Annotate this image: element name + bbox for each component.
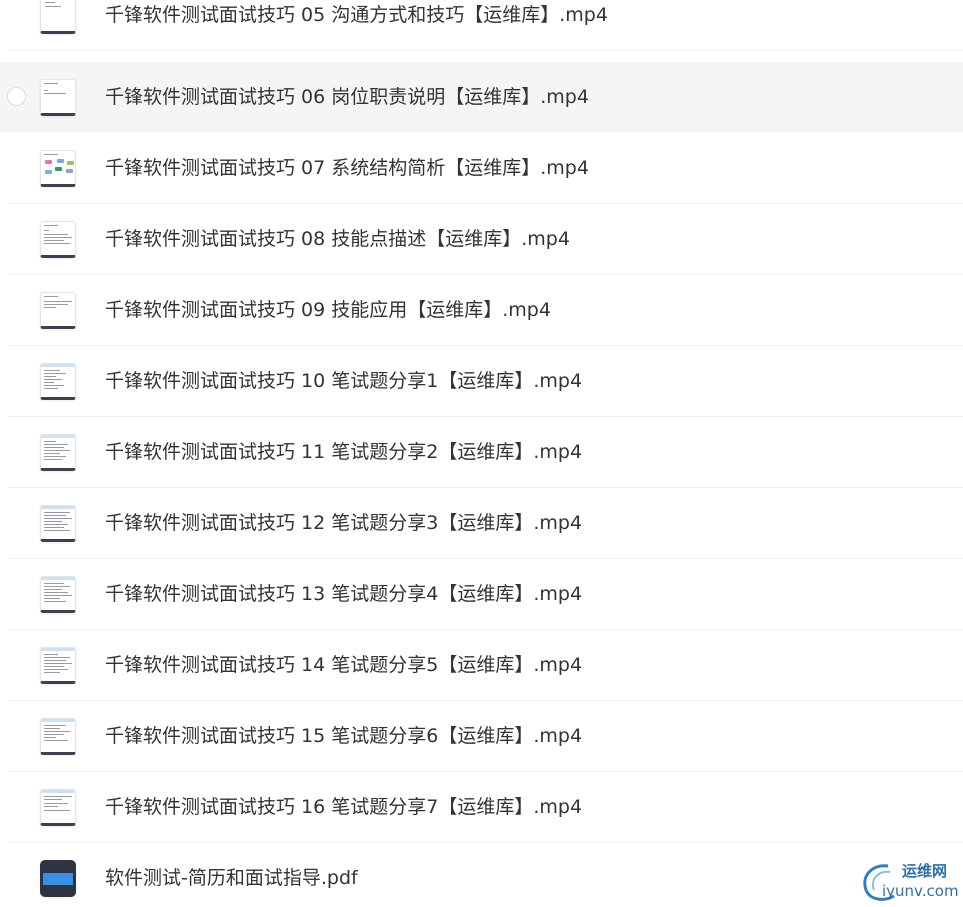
file-name[interactable]: 千锋软件测试面试技巧 09 技能应用【运维库】.mp4 [105,275,551,346]
file-row[interactable]: 千锋软件测试面试技巧 14 笔试题分享5【运维库】.mp4 [0,630,963,701]
video-thumbnail-icon [40,0,76,34]
file-row[interactable]: 千锋软件测试面试技巧 11 笔试题分享2【运维库】.mp4 [0,417,963,488]
pdf-thumbnail-icon [40,860,76,897]
video-thumbnail-icon [40,434,76,471]
file-list: 千锋软件测试面试技巧 05 沟通方式和技巧【运维库】.mp4 千锋软件测试面试技… [0,0,963,907]
file-row[interactable]: 千锋软件测试面试技巧 08 技能点描述【运维库】.mp4 [0,204,963,275]
video-thumbnail-icon [40,221,76,258]
video-thumbnail-icon [40,789,76,826]
file-row[interactable]: 千锋软件测试面试技巧 15 笔试题分享6【运维库】.mp4 [0,701,963,772]
video-thumbnail-icon [40,576,76,613]
file-row[interactable]: 千锋软件测试面试技巧 13 笔试题分享4【运维库】.mp4 [0,559,963,630]
file-name[interactable]: 千锋软件测试面试技巧 07 系统结构简析【运维库】.mp4 [105,133,589,204]
file-row[interactable]: 千锋软件测试面试技巧 09 技能应用【运维库】.mp4 [0,275,963,346]
file-name[interactable]: 千锋软件测试面试技巧 15 笔试题分享6【运维库】.mp4 [105,701,582,772]
file-name[interactable]: 千锋软件测试面试技巧 16 笔试题分享7【运维库】.mp4 [105,772,582,843]
file-name[interactable]: 千锋软件测试面试技巧 11 笔试题分享2【运维库】.mp4 [105,417,582,488]
file-row[interactable]: 千锋软件测试面试技巧 12 笔试题分享3【运维库】.mp4 [0,488,963,559]
file-name[interactable]: 千锋软件测试面试技巧 08 技能点描述【运维库】.mp4 [105,204,570,275]
file-row[interactable]: 千锋软件测试面试技巧 05 沟通方式和技巧【运维库】.mp4 [0,0,963,51]
video-thumbnail-icon [40,292,76,329]
video-thumbnail-icon [40,505,76,542]
file-row[interactable]: 千锋软件测试面试技巧 10 笔试题分享1【运维库】.mp4 [0,346,963,417]
video-thumbnail-icon [40,647,76,684]
file-row[interactable]: 千锋软件测试面试技巧 07 系统结构简析【运维库】.mp4 [0,133,963,204]
video-thumbnail-icon [40,718,76,755]
file-name[interactable]: 千锋软件测试面试技巧 13 笔试题分享4【运维库】.mp4 [105,559,582,630]
file-row[interactable]: 千锋软件测试面试技巧 16 笔试题分享7【运维库】.mp4 [0,772,963,843]
file-row[interactable]: 千锋软件测试面试技巧 06 岗位职责说明【运维库】.mp4 [0,62,963,132]
video-thumbnail-icon [40,363,76,400]
file-name[interactable]: 千锋软件测试面试技巧 10 笔试题分享1【运维库】.mp4 [105,346,582,417]
file-name[interactable]: 千锋软件测试面试技巧 14 笔试题分享5【运维库】.mp4 [105,630,582,701]
file-name[interactable]: 千锋软件测试面试技巧 05 沟通方式和技巧【运维库】.mp4 [105,0,608,51]
file-name[interactable]: 千锋软件测试面试技巧 06 岗位职责说明【运维库】.mp4 [105,62,589,132]
video-thumbnail-icon [40,150,76,187]
select-checkbox[interactable] [7,87,26,106]
file-name[interactable]: 软件测试-简历和面试指导.pdf [105,843,358,907]
watermark-en: iyunv.com [882,882,959,900]
file-row[interactable]: 软件测试-简历和面试指导.pdf [0,843,963,907]
watermark-cn: 运维网 [902,862,948,880]
watermark-logo: 运维网 iyunv.com [858,858,959,904]
video-thumbnail-icon [40,79,76,116]
file-name[interactable]: 千锋软件测试面试技巧 12 笔试题分享3【运维库】.mp4 [105,488,582,559]
